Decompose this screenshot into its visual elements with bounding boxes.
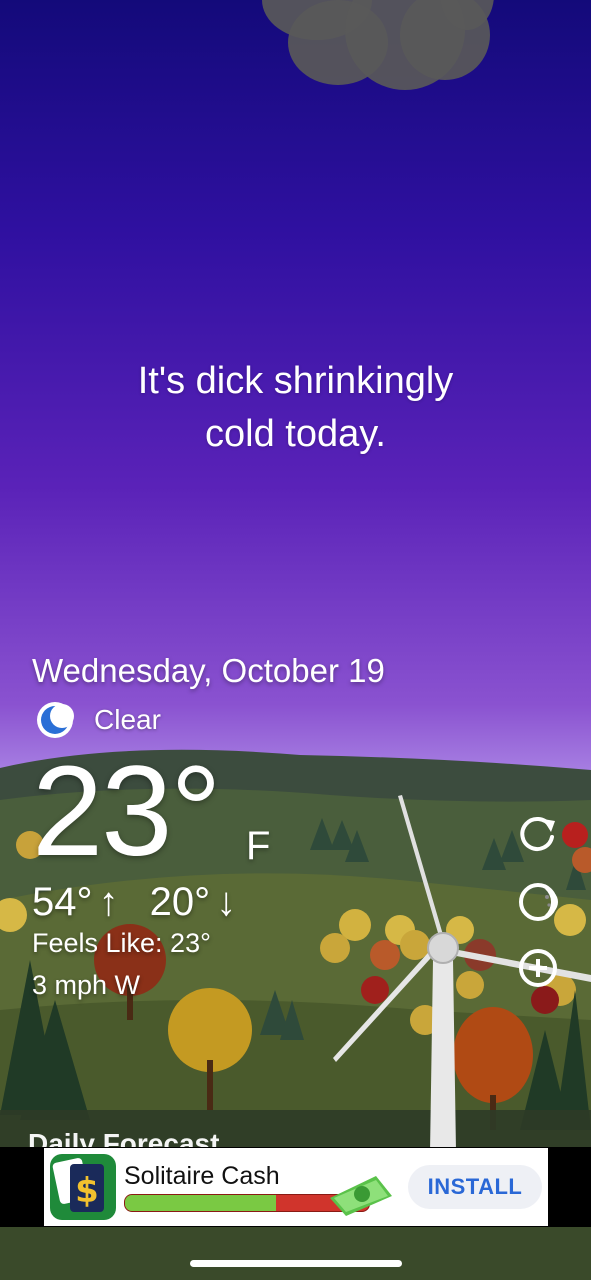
ad-progress-fill: [125, 1195, 277, 1211]
date-label: Wednesday, October 19: [32, 652, 385, 689]
install-button[interactable]: INSTALL: [408, 1165, 542, 1209]
add-location-icon: [519, 949, 557, 987]
feels-like-label: Feels Like: 23°: [32, 928, 211, 958]
high-low-row: 54° ↑ 20° ↓: [32, 878, 242, 926]
money-icon: [330, 1176, 392, 1216]
refresh-icon: [520, 817, 555, 851]
solitaire-app-icon: $: [50, 1154, 116, 1220]
moon-icon: [37, 702, 74, 738]
refresh-button[interactable]: [516, 812, 560, 856]
temperature-unit[interactable]: F: [246, 824, 270, 869]
ad-banner[interactable]: $ Solitaire Cash INSTALL: [44, 1148, 548, 1226]
arrow-up-icon: ↑: [98, 880, 119, 924]
condition-label: Clear: [94, 704, 161, 735]
arrow-down-icon: ↓: [216, 880, 237, 924]
landscape-scene: [0, 749, 591, 1280]
moon-phase-icon: [519, 883, 558, 921]
home-indicator[interactable]: [190, 1260, 402, 1267]
theme-button[interactable]: [516, 880, 560, 924]
add-location-button[interactable]: [516, 946, 560, 990]
wind-label: 3 mph W: [32, 970, 141, 1000]
ad-app-name: Solitaire Cash: [124, 1162, 280, 1190]
weather-quote: It's dick shrinkingly cold today.: [0, 355, 591, 461]
low-temp: 20°: [149, 880, 211, 924]
svg-text:$: $: [75, 1171, 99, 1211]
quote-line-2: cold today.: [205, 413, 386, 455]
current-temperature: 23°: [32, 740, 222, 883]
condition-row: Clear: [36, 700, 161, 740]
quote-line-1: It's dick shrinkingly: [137, 360, 454, 402]
high-temp: 54°: [32, 880, 93, 924]
